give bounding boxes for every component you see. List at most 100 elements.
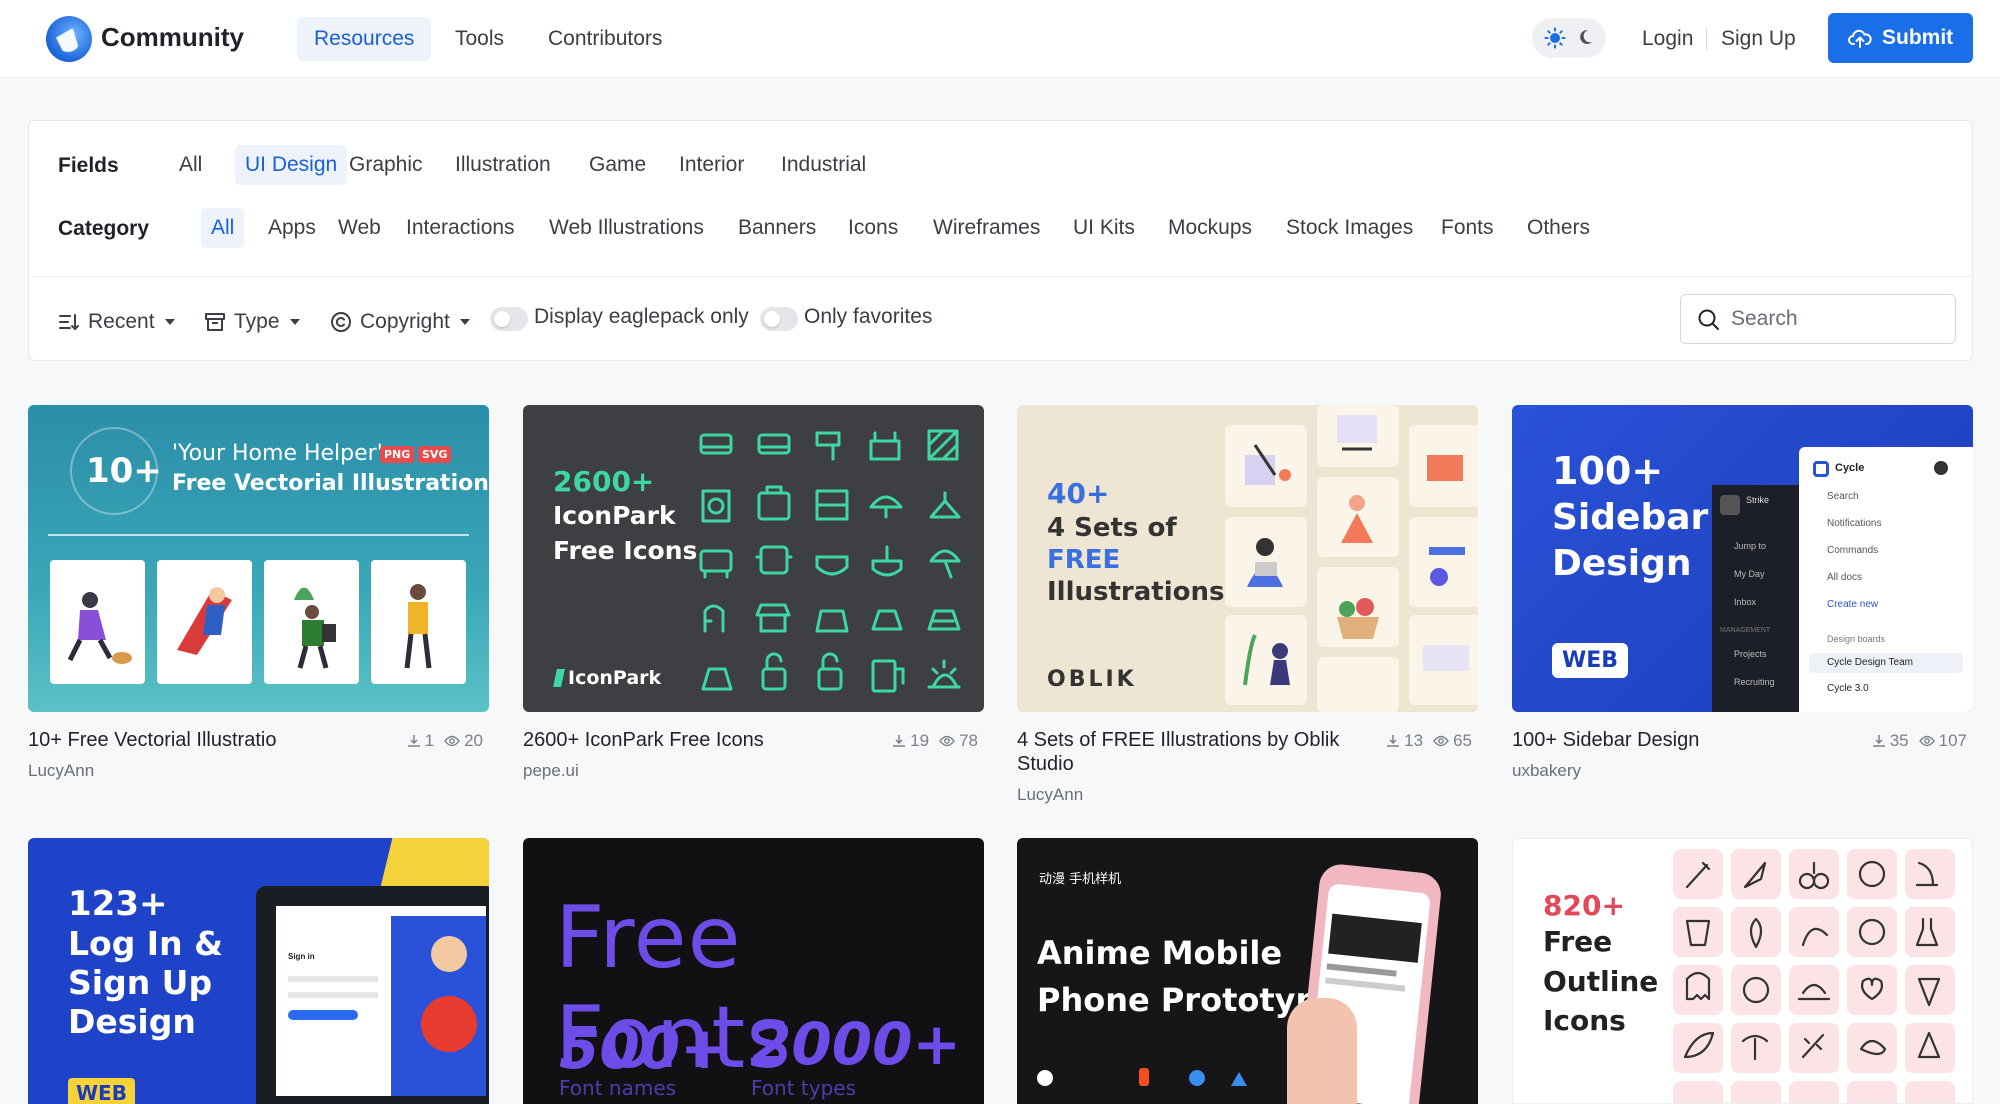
download-count: 13 [1404,731,1424,750]
resource-card[interactable]: 2600+ IconPark Free Icons IconPark 2600+… [523,405,984,805]
mock-line [1326,963,1397,977]
card-thumbnail[interactable]: 123+ Log In & Sign Up Design WEB Sign in [28,838,489,1104]
category-apps[interactable]: Apps [258,208,326,248]
resource-card[interactable]: 40+ 4 Sets of FREE Illustrations OBLIK 4… [1017,405,1478,805]
category-web[interactable]: Web [328,208,391,248]
search-box[interactable] [1680,294,1956,344]
thumb-line-1: Free [1543,925,1613,958]
nav-resources[interactable]: Resources [297,17,432,61]
category-all[interactable]: All [201,208,245,248]
resource-card[interactable]: 10+ 'Your Home Helper' PNG SVG Free Vect… [28,405,489,805]
thumb-line-1: Sidebar [1552,497,1709,538]
thumb-line-2: FREE [1047,545,1121,575]
thumb-subtitle: Free Vectorial Illustration [172,471,489,496]
card-author[interactable]: uxbakery [1512,761,1581,781]
field-industrial[interactable]: Industrial [771,145,876,185]
eaglepack-toggle[interactable] [490,307,528,331]
thumb-line-2: Sign Up [68,963,213,1002]
community-logo[interactable] [46,16,92,62]
card-thumbnail[interactable]: Free Fonts 500+ Font names 2000+ Font ty… [523,838,984,1104]
eaglepack-toggle-label: Display eaglepack only [534,305,749,328]
mock-item: Cycle [1835,462,1865,474]
resource-card[interactable]: 820+ Free Outline Icons [1512,838,1973,1104]
iconpark-logo-mark [553,669,565,687]
download-count: 1 [424,731,435,750]
illustration-tile [50,560,145,684]
submit-button[interactable]: Submit [1828,13,1973,63]
avatar [1934,461,1948,475]
thumb-line-1: Anime Mobile [1037,934,1283,972]
field-illustration[interactable]: Illustration [445,145,561,185]
type-dropdown[interactable]: Type [204,304,300,340]
category-fonts[interactable]: Fonts [1431,208,1504,248]
category-mockups[interactable]: Mockups [1158,208,1262,248]
brand-name[interactable]: Community [101,22,244,53]
category-icons[interactable]: Icons [838,208,908,248]
view-count: 107 [1938,731,1967,750]
resource-card[interactable]: 动漫 手机样机 Anime Mobile Phone Prototype [1017,838,1478,1104]
illustration-tile [1317,567,1399,647]
thumb-count: 40+ [1047,477,1110,510]
mock-item: Cycle Design Team [1827,657,1913,668]
card-author[interactable]: LucyAnn [28,761,94,781]
illustration-tile [264,560,359,684]
category-banners[interactable]: Banners [728,208,826,248]
copyright-dropdown[interactable]: Copyright [330,304,470,340]
illustration-tile [371,560,466,684]
card-title[interactable]: 10+ Free Vectorial Illustratio [28,728,388,752]
category-wireframes[interactable]: Wireframes [923,208,1050,248]
thumb-line-1: Log In & [68,924,223,963]
light-sidebar-mock: Cycle Search Notifications Commands All … [1799,447,1973,712]
web-tag: WEB [1552,643,1629,678]
search-input[interactable] [1731,305,1941,333]
resource-card[interactable]: 123+ Log In & Sign Up Design WEB Sign in [28,838,489,1104]
theme-toggle[interactable] [1532,18,1606,58]
category-interactions[interactable]: Interactions [396,208,525,248]
card-thumbnail[interactable]: 100+ Sidebar Design WEB Strike Jump to M… [1512,405,1973,712]
category-web-illustrations[interactable]: Web Illustrations [539,208,714,248]
resource-card[interactable]: 100+ Sidebar Design WEB Strike Jump to M… [1512,405,1973,805]
card-title[interactable]: 4 Sets of FREE Illustrations by Oblik St… [1017,728,1377,776]
font-names-count: 500+ [559,1014,729,1082]
category-ui-kits[interactable]: UI Kits [1063,208,1145,248]
field-all[interactable]: All [169,145,212,185]
view-count: 20 [464,731,483,750]
field-interior[interactable]: Interior [669,145,754,185]
eye-icon [939,735,955,747]
field-game[interactable]: Game [579,145,656,185]
mock-item: Cycle 3.0 [1827,683,1869,694]
card-thumbnail[interactable]: 820+ Free Outline Icons [1512,838,1973,1104]
card-author[interactable]: LucyAnn [1017,785,1083,805]
card-title[interactable]: 100+ Sidebar Design [1512,728,1872,752]
card-thumbnail[interactable]: 10+ 'Your Home Helper' PNG SVG Free Vect… [28,405,489,712]
laptop-screen: Sign in [276,906,486,1096]
resource-card[interactable]: Free Fonts 500+ Font names 2000+ Font ty… [523,838,984,1104]
login-link[interactable]: Login [1642,27,1693,51]
category-stock-images[interactable]: Stock Images [1276,208,1423,248]
thumb-count: 2600+ [553,465,655,498]
card-thumbnail[interactable]: 动漫 手机样机 Anime Mobile Phone Prototype [1017,838,1478,1104]
card-title[interactable]: 2600+ IconPark Free Icons [523,728,883,752]
thumb-count: 123+ [68,884,168,924]
svg-badge: SVG [418,446,452,463]
thumb-line-2: Design [1552,543,1692,584]
card-author[interactable]: pepe.ui [523,761,579,781]
card-thumbnail[interactable]: 2600+ IconPark Free Icons IconPark [523,405,984,712]
thumb-line-1: IconPark [553,501,676,530]
field-ui-design[interactable]: UI Design [235,145,348,185]
card-thumbnail[interactable]: 40+ 4 Sets of FREE Illustrations OBLIK [1017,405,1478,712]
cycle-logo [1813,461,1829,477]
favorites-toggle[interactable] [760,307,798,331]
top-navigation-bar: Community Resources Tools Contributors L… [0,0,2000,78]
field-graphic[interactable]: Graphic [339,145,433,185]
mock-item: Commands [1827,545,1879,556]
nav-tools[interactable]: Tools [438,17,521,61]
brand-mark [1037,1070,1053,1086]
nav-contributors[interactable]: Contributors [531,17,679,61]
view-count: 65 [1453,731,1472,750]
category-others[interactable]: Others [1517,208,1600,248]
signup-link[interactable]: Sign Up [1721,27,1796,51]
illustration-tile [1317,405,1399,467]
sort-dropdown[interactable]: Recent [58,304,175,340]
mock-field [288,992,378,998]
